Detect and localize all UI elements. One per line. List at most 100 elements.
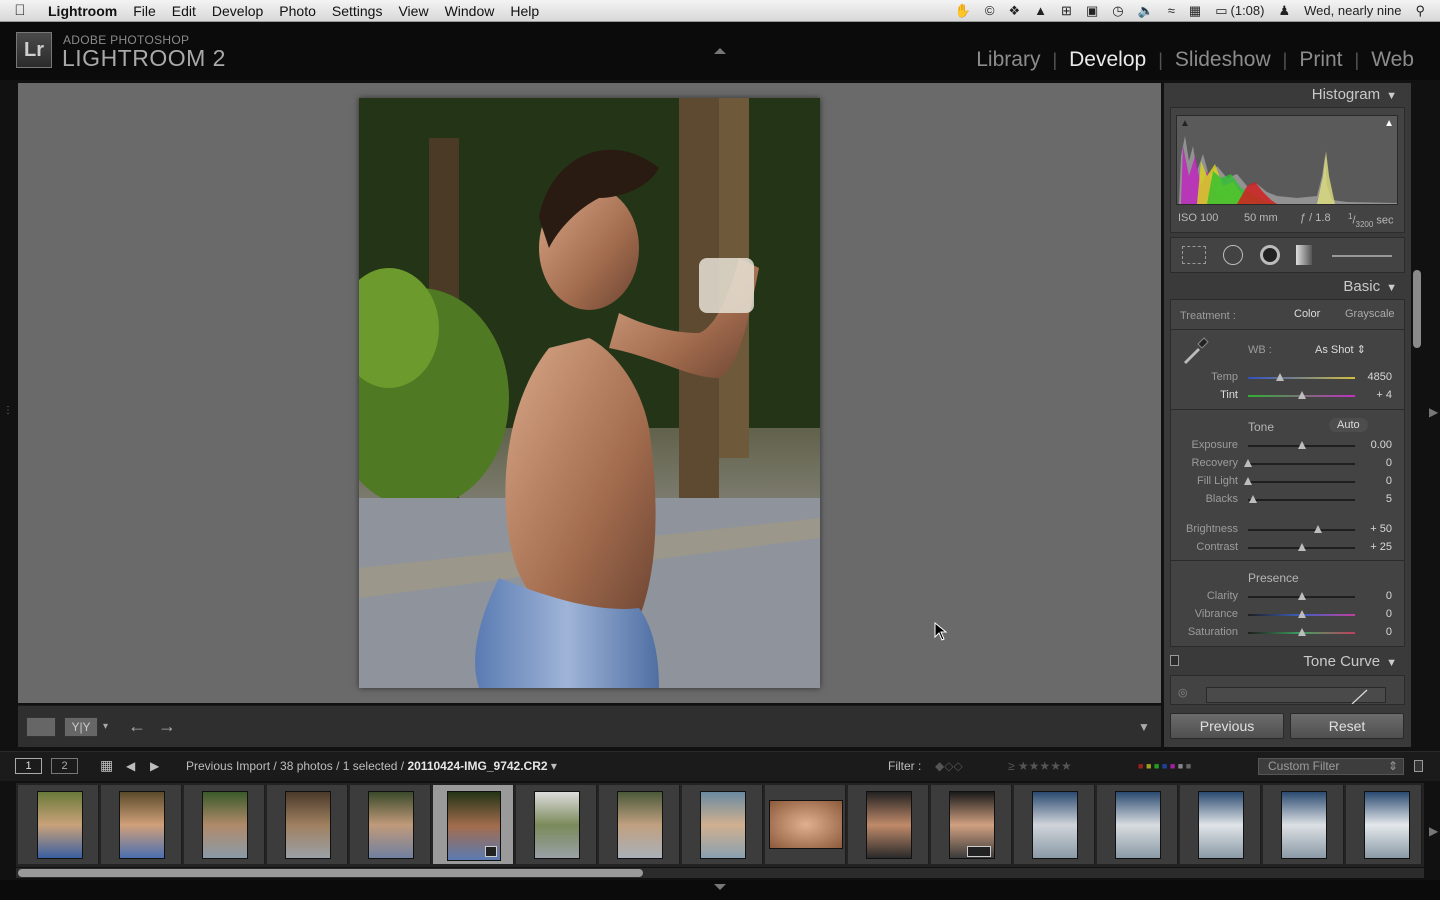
filllight-knob[interactable] xyxy=(1244,477,1252,485)
exposure-value[interactable]: 0.00 xyxy=(1354,439,1392,451)
exposure-knob[interactable] xyxy=(1297,441,1306,449)
film-thumb-2[interactable] xyxy=(101,785,182,864)
collapse-bottom-icon[interactable] xyxy=(714,884,726,890)
tint-value[interactable]: + 4 xyxy=(1354,389,1392,401)
secondary-window-button[interactable]: 2 xyxy=(51,758,78,774)
flag-filter-icons[interactable]: ◆◇◇ xyxy=(935,759,963,773)
undo-arrow-icon[interactable]: ← xyxy=(128,716,146,737)
shadow-clip-icon[interactable]: ▲ xyxy=(1180,118,1190,129)
histogram-graph[interactable]: ▲ ▲ xyxy=(1176,115,1398,205)
filmstrip-scrollbar[interactable] xyxy=(18,869,643,877)
menu-photo[interactable]: Photo xyxy=(271,3,324,19)
image-viewer[interactable] xyxy=(18,83,1161,703)
collapse-top-icon[interactable] xyxy=(714,48,726,54)
plus-box-icon[interactable]: ⊞ xyxy=(1054,3,1079,19)
vibrance-slider[interactable] xyxy=(1248,610,1355,618)
crop-tool-icon[interactable] xyxy=(1182,246,1206,264)
tone-curve-graph[interactable] xyxy=(1206,687,1386,705)
source-info[interactable]: Previous Import / 38 photos / 1 selected… xyxy=(186,759,557,773)
color-label-filter[interactable]: ■ ■ ■ ■ ■ ■ ■ xyxy=(1138,761,1191,771)
right-panel-toggle-icon[interactable]: ▶ xyxy=(1429,405,1438,419)
clock-text[interactable]: Wed, nearly nine xyxy=(1297,3,1408,18)
dropbox-icon[interactable]: ❖ xyxy=(1002,3,1028,19)
filter-preset-select[interactable]: Custom Filter ⇕ xyxy=(1258,758,1404,775)
red-eye-icon[interactable] xyxy=(1260,245,1280,265)
saturation-slider[interactable] xyxy=(1248,628,1355,636)
right-panel-scrollbar[interactable] xyxy=(1413,270,1421,348)
temp-slider[interactable] xyxy=(1248,373,1355,381)
saturation-knob[interactable] xyxy=(1297,628,1306,636)
brightness-slider[interactable] xyxy=(1248,525,1355,533)
hand-icon[interactable]: ✋ xyxy=(948,3,978,19)
wb-eyedropper-icon[interactable] xyxy=(1180,336,1210,366)
contrast-knob[interactable] xyxy=(1297,543,1306,551)
brightness-knob[interactable] xyxy=(1313,525,1322,533)
film-thumb-7[interactable] xyxy=(516,785,597,864)
grid-view-icon[interactable]: ▦ xyxy=(100,757,113,774)
clarity-slider[interactable] xyxy=(1248,592,1355,600)
before-after-dropdown-icon[interactable]: ▾ xyxy=(103,721,108,732)
screen-icon[interactable]: ▣ xyxy=(1079,3,1105,19)
volume-icon[interactable]: 🔈 xyxy=(1131,3,1161,19)
rating-filter-stars[interactable]: ≥ ★★★★★ xyxy=(1008,759,1072,773)
highlight-clip-icon[interactable]: ▲ xyxy=(1384,118,1394,129)
tint-knob[interactable] xyxy=(1297,391,1306,399)
vibrance-value[interactable]: 0 xyxy=(1354,608,1392,620)
temp-knob[interactable] xyxy=(1276,373,1285,381)
blacks-knob[interactable] xyxy=(1249,495,1258,503)
primary-window-button[interactable]: 1 xyxy=(15,758,42,774)
loupe-view-button[interactable] xyxy=(26,717,56,737)
battery-icon[interactable]: ▭ (1:08) xyxy=(1208,3,1271,19)
menu-app[interactable]: Lightroom xyxy=(40,3,125,19)
user-icon[interactable]: ♟ xyxy=(1271,3,1297,19)
redo-arrow-icon[interactable]: → xyxy=(158,716,176,737)
film-thumb-12[interactable] xyxy=(931,785,1012,864)
menu-develop[interactable]: Develop xyxy=(204,3,271,19)
module-slideshow[interactable]: Slideshow xyxy=(1163,48,1283,72)
menu-file[interactable]: File xyxy=(125,3,164,19)
tone-curve-enable-toggle[interactable] xyxy=(1170,655,1179,666)
menu-edit[interactable]: Edit xyxy=(164,3,204,19)
recovery-slider[interactable] xyxy=(1244,459,1355,467)
exposure-slider[interactable] xyxy=(1248,441,1355,449)
left-panel-toggle-icon[interactable]: ⋮ xyxy=(3,405,13,416)
film-thumb-4[interactable] xyxy=(267,785,348,864)
histogram-header[interactable]: Histogram ▼ xyxy=(1312,86,1397,103)
clarity-knob[interactable] xyxy=(1297,592,1306,600)
spot-removal-icon[interactable] xyxy=(1223,245,1243,265)
contrast-slider[interactable] xyxy=(1248,543,1355,551)
wb-select[interactable]: As Shot ⇕ xyxy=(1315,343,1366,356)
recovery-knob[interactable] xyxy=(1244,459,1252,467)
temp-value[interactable]: 4850 xyxy=(1354,371,1392,383)
target-adjust-icon[interactable]: ◎ xyxy=(1178,686,1188,699)
menu-settings[interactable]: Settings xyxy=(324,3,391,19)
brightness-value[interactable]: + 50 xyxy=(1354,523,1392,535)
graduated-filter-icon[interactable] xyxy=(1296,245,1312,265)
film-thumb-13[interactable] xyxy=(1014,785,1095,864)
previous-button[interactable]: Previous xyxy=(1170,713,1284,739)
tone-curve-header[interactable]: Tone Curve ▼ xyxy=(1303,653,1397,670)
module-library[interactable]: Library xyxy=(964,48,1052,72)
film-thumb-16[interactable] xyxy=(1263,785,1344,864)
forward-arrow-icon[interactable]: ▶ xyxy=(150,759,159,773)
hat-icon[interactable]: ▲ xyxy=(1027,3,1054,18)
module-print[interactable]: Print xyxy=(1287,48,1354,72)
spotlight-icon[interactable]: ⚲ xyxy=(1408,3,1432,19)
recovery-value[interactable]: 0 xyxy=(1354,457,1392,469)
filmstrip-scroll-right-icon[interactable]: ▶ xyxy=(1429,824,1438,838)
treatment-grayscale[interactable]: Grayscale xyxy=(1345,308,1395,320)
main-photo[interactable] xyxy=(359,98,820,688)
film-thumb-5[interactable] xyxy=(350,785,431,864)
adjustment-brush-icon[interactable] xyxy=(1332,255,1392,257)
filllight-value[interactable]: 0 xyxy=(1354,475,1392,487)
film-thumb-14[interactable] xyxy=(1097,785,1178,864)
basic-header[interactable]: Basic ▼ xyxy=(1343,278,1397,295)
before-after-button[interactable]: Y|Y xyxy=(64,717,98,737)
menu-window[interactable]: Window xyxy=(437,3,503,19)
calendar-icon[interactable]: ▦ xyxy=(1182,3,1208,19)
back-arrow-icon[interactable]: ◀ xyxy=(126,759,135,773)
reset-button[interactable]: Reset xyxy=(1290,713,1404,739)
vibrance-knob[interactable] xyxy=(1297,610,1306,618)
module-develop[interactable]: Develop xyxy=(1057,48,1158,72)
film-thumb-9[interactable] xyxy=(682,785,763,864)
